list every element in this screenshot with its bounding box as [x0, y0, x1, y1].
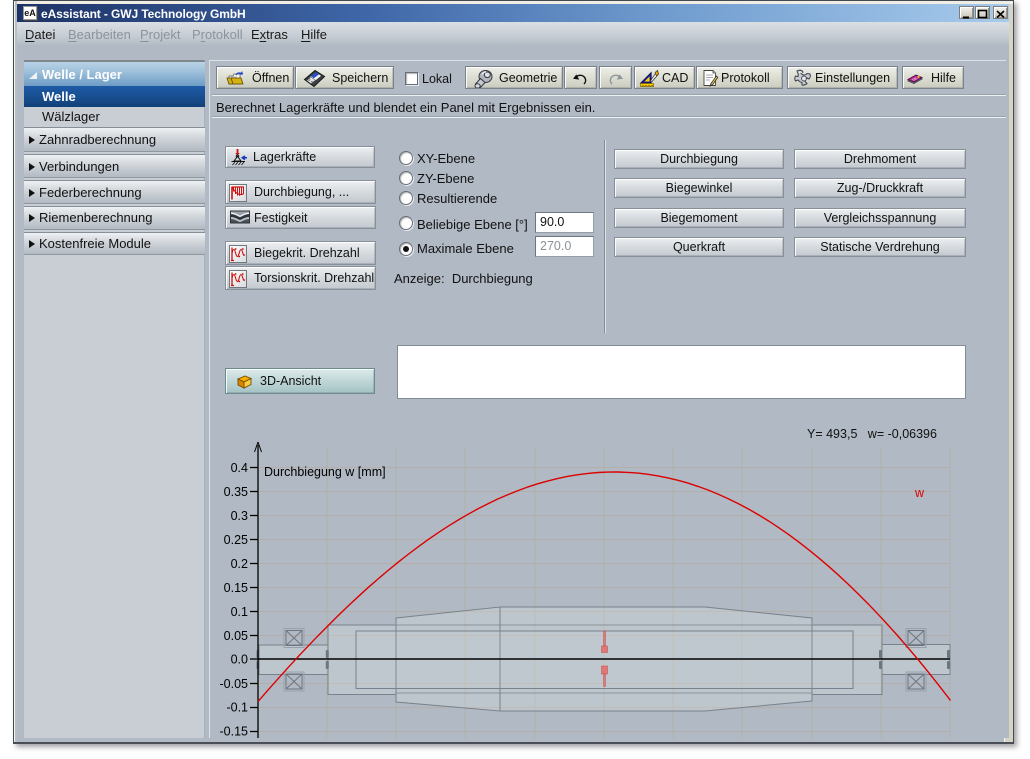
- svg-text:-0.1: -0.1: [226, 701, 248, 715]
- svg-text:0.2: 0.2: [231, 557, 248, 571]
- svg-text:0.3: 0.3: [231, 509, 248, 523]
- svg-text:-0.05: -0.05: [220, 677, 249, 691]
- svg-text:0.35: 0.35: [224, 485, 248, 499]
- svg-text:Durchbiegung w [mm]: Durchbiegung w [mm]: [264, 465, 386, 479]
- svg-text:0.4: 0.4: [231, 461, 248, 475]
- svg-text:0.15: 0.15: [224, 581, 248, 595]
- svg-text:0.05: 0.05: [224, 629, 248, 643]
- svg-text:0.1: 0.1: [231, 605, 248, 619]
- svg-text:0.25: 0.25: [224, 533, 248, 547]
- svg-text:-0.15: -0.15: [220, 725, 249, 739]
- svg-text:w: w: [914, 486, 925, 500]
- svg-text:0.0: 0.0: [231, 653, 248, 667]
